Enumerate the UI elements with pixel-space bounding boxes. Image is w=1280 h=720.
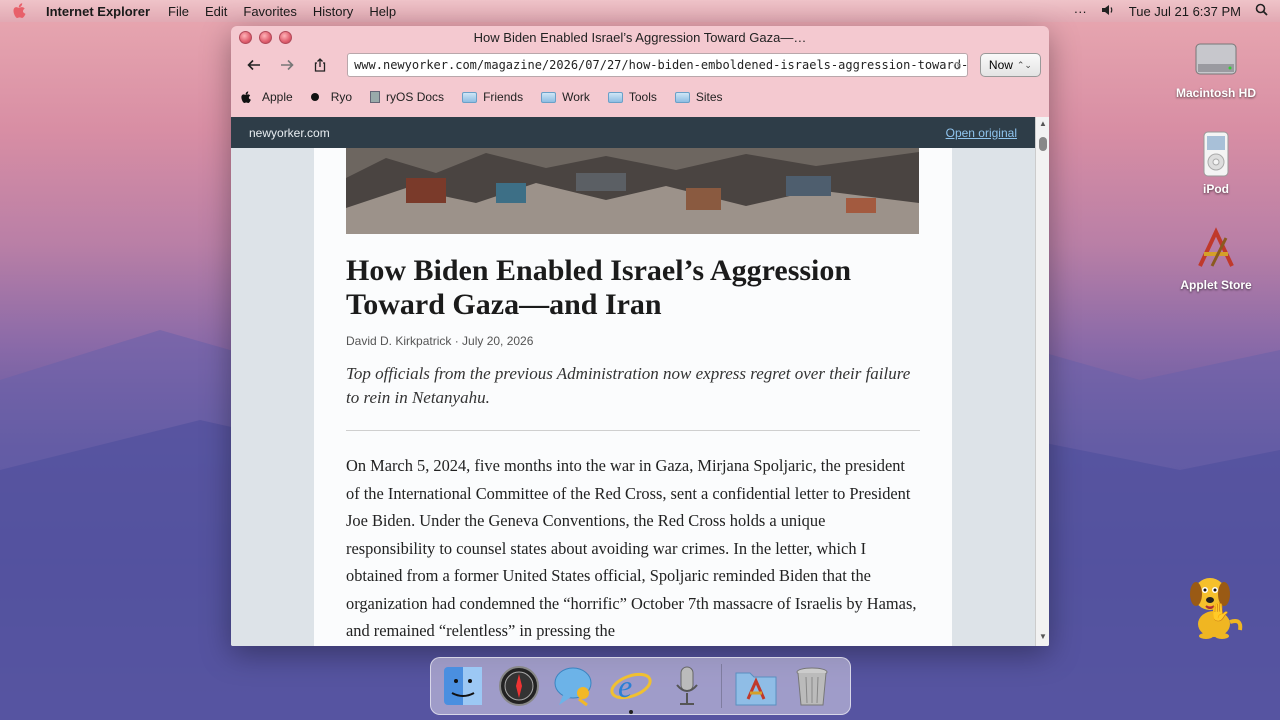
bookmark-ryos-docs[interactable]: ryOS Docs: [370, 90, 444, 104]
folder-icon: [674, 91, 690, 103]
divider: [346, 430, 920, 431]
microphone-icon: [676, 666, 698, 705]
bookmark-label: Apple: [262, 90, 293, 104]
bookmarks-bar: Apple Ryo ryOS Docs Friends Work Tools S…: [231, 82, 1049, 112]
menu-history[interactable]: History: [305, 4, 361, 19]
desktop-icon-label: Applet Store: [1180, 278, 1252, 292]
spotlight-search-icon[interactable]: [1255, 3, 1268, 19]
dock-separator: [721, 664, 722, 708]
vertical-scrollbar[interactable]: ▲ ▼: [1035, 117, 1049, 646]
applet-store-icon: [1198, 227, 1234, 267]
share-icon: [315, 58, 326, 72]
menu-favorites[interactable]: Favorites: [235, 4, 304, 19]
dock-compass[interactable]: [497, 664, 541, 708]
compass-icon: [499, 666, 539, 706]
desktop-icon-applet-store[interactable]: Applet Store: [1166, 226, 1266, 292]
browser-window: How Biden Enabled Israel’s Aggression To…: [231, 26, 1049, 646]
desktop-icon-macintosh-hd[interactable]: Macintosh HD: [1166, 34, 1266, 100]
more-menu[interactable]: ···: [1074, 4, 1087, 19]
scroll-down-arrow-icon[interactable]: ▼: [1036, 632, 1049, 644]
doc-icon: [370, 91, 381, 103]
article-headline: How Biden Enabled Israel’s Aggression To…: [346, 254, 852, 321]
article-dek: Top officials from the previous Administ…: [346, 364, 911, 407]
finder-icon: [444, 667, 482, 705]
dock-finder[interactable]: [441, 664, 485, 708]
close-button[interactable]: [239, 31, 252, 44]
dock-trash[interactable]: [790, 664, 834, 708]
folder-icon: [607, 91, 623, 103]
scroll-thumb[interactable]: [1039, 137, 1047, 151]
forward-arrow-icon: [281, 59, 294, 71]
trash-icon: [796, 667, 828, 706]
chats-icon: [554, 667, 592, 707]
volume-icon[interactable]: [1101, 4, 1115, 19]
forward-button[interactable]: [272, 52, 301, 78]
bookmark-label: Sites: [695, 90, 723, 104]
menu-bar: Internet Explorer File Edit Favorites Hi…: [0, 0, 1280, 22]
apple-menu-icon[interactable]: [0, 3, 40, 19]
reader-domain: newyorker.com: [249, 125, 330, 140]
url-input[interactable]: www.newyorker.com/magazine/2026/07/27/ho…: [347, 53, 968, 77]
window-title: How Biden Enabled Israel’s Aggression To…: [473, 29, 807, 45]
time-travel-value: Now: [988, 58, 1013, 72]
app-name-menu[interactable]: Internet Explorer: [40, 4, 150, 19]
dock-microphone[interactable]: [665, 664, 709, 708]
menu-edit[interactable]: Edit: [197, 4, 235, 19]
svg-text:e: e: [618, 668, 632, 704]
share-button[interactable]: [306, 52, 335, 78]
folder-icon: [462, 91, 478, 103]
dock-applications-folder[interactable]: [734, 664, 778, 708]
dock-internet-explorer[interactable]: e: [609, 664, 653, 714]
hard-drive-icon: [1195, 43, 1237, 75]
bookmark-tools[interactable]: Tools: [607, 90, 657, 104]
ipod-icon: [1203, 131, 1229, 177]
article-byline: David D. Kirkpatrick · July 20, 2026: [346, 334, 534, 348]
zoom-button[interactable]: [279, 31, 292, 44]
bookmark-sites[interactable]: Sites: [674, 90, 723, 104]
menubar-clock[interactable]: Tue Jul 21 6:37 PM: [1129, 4, 1241, 19]
minimize-button[interactable]: [259, 31, 272, 44]
applications-folder-icon: [735, 672, 777, 706]
running-indicator: [629, 710, 633, 714]
bookmark-work[interactable]: Work: [541, 90, 590, 104]
hero-image: [346, 148, 919, 234]
bookmark-label: Friends: [483, 90, 524, 104]
bookmark-label: Tools: [628, 90, 657, 104]
bookmark-ryo[interactable]: Ryo: [310, 90, 353, 104]
dock-chats[interactable]: [553, 664, 597, 708]
desktop-icon-ipod[interactable]: iPod: [1166, 130, 1266, 196]
article-body: On March 5, 2024, five months into the w…: [346, 456, 917, 640]
window-titlebar[interactable]: How Biden Enabled Israel’s Aggression To…: [231, 26, 1049, 48]
scroll-up-arrow-icon[interactable]: ▲: [1036, 119, 1049, 131]
internet-explorer-icon: e: [610, 668, 652, 704]
select-arrows-icon: ⌃⌄: [1016, 59, 1032, 70]
window-controls: [239, 31, 292, 44]
article: How Biden Enabled Israel’s Aggression To…: [314, 148, 952, 646]
apple-icon: [241, 90, 251, 103]
history-clock-icon[interactable]: ◷: [954, 58, 961, 72]
bookmark-label: Work: [562, 90, 590, 104]
url-text: www.newyorker.com/magazine/2026/07/27/ho…: [354, 58, 968, 72]
desktop-icon-label: iPod: [1203, 182, 1229, 196]
dot-icon: [310, 93, 319, 101]
back-button[interactable]: [239, 52, 268, 78]
open-original-link[interactable]: Open original: [946, 126, 1017, 140]
dock: e: [430, 657, 851, 715]
time-travel-select[interactable]: Now ⌃⌄: [979, 53, 1041, 77]
folder-icon: [541, 91, 557, 103]
desktop-icon-label: Macintosh HD: [1175, 86, 1256, 100]
bookmark-label: ryOS Docs: [386, 90, 445, 104]
back-arrow-icon: [247, 59, 260, 71]
menu-file[interactable]: File: [160, 4, 197, 19]
menu-help[interactable]: Help: [361, 4, 404, 19]
bookmark-apple[interactable]: Apple: [241, 90, 293, 104]
bookmark-friends[interactable]: Friends: [462, 90, 523, 104]
browser-toolbar: www.newyorker.com/magazine/2026/07/27/ho…: [231, 48, 1049, 82]
hand-cursor-icon: ✋: [1208, 602, 1231, 622]
reader-bar: newyorker.com Open original: [231, 117, 1035, 148]
bookmark-label: Ryo: [330, 90, 353, 104]
page-content: newyorker.com Open original How Biden En…: [231, 117, 1049, 646]
